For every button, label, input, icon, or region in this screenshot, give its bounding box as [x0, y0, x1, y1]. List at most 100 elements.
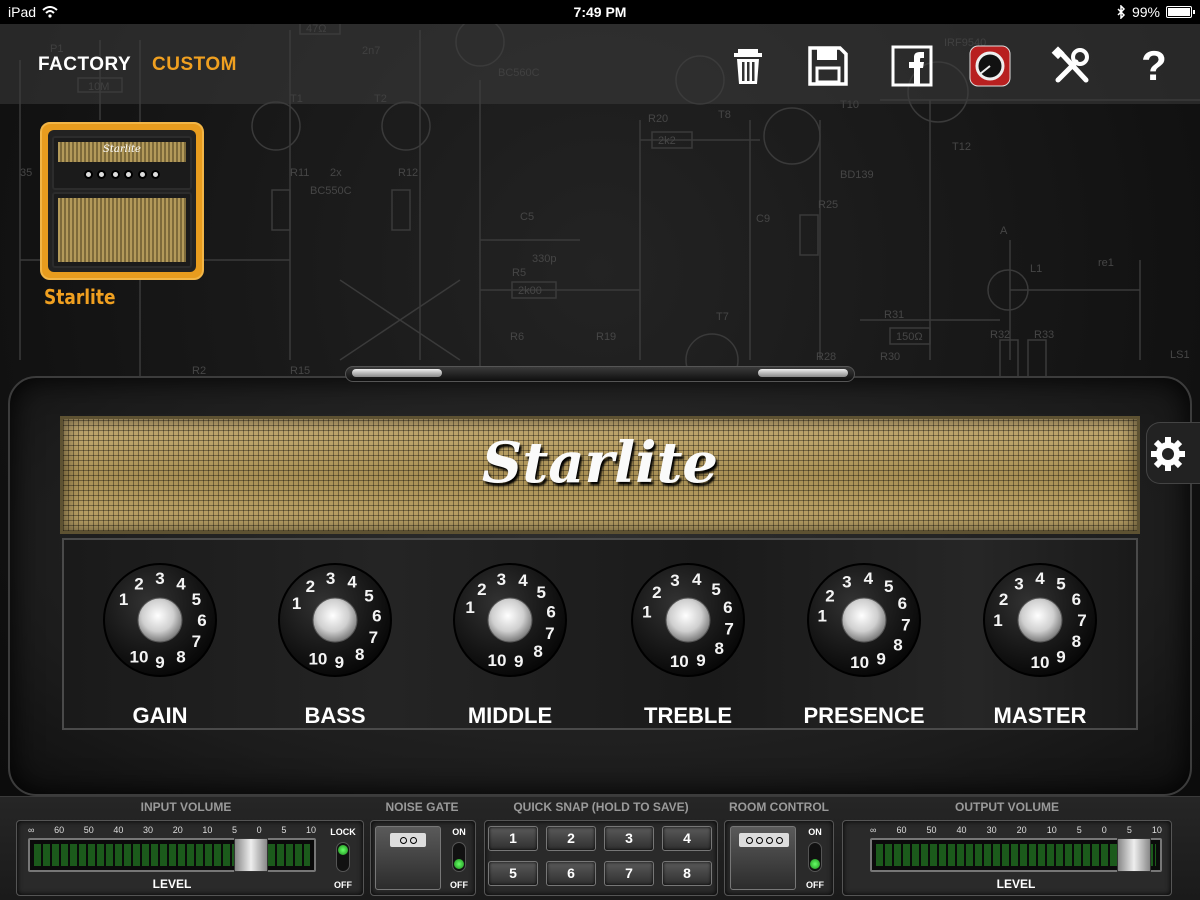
output-scale-tick: 0 — [1101, 825, 1107, 835]
quick-snap-button-1[interactable]: 1 — [488, 826, 538, 851]
knob-graphic: 12345678910 — [983, 563, 1097, 677]
knob-label-presence: PRESENCE — [803, 703, 925, 728]
knob-number: 1 — [817, 607, 826, 626]
save-button[interactable] — [806, 44, 850, 88]
app-logo-button[interactable] — [968, 44, 1012, 88]
knob-number: 8 — [176, 647, 185, 666]
svg-text:LS1: LS1 — [1170, 349, 1190, 361]
noise-gate-on-label: ON — [452, 827, 466, 837]
quick-snap-button-7[interactable]: 7 — [604, 861, 654, 886]
output-volume-title: OUTPUT VOLUME — [955, 800, 1059, 814]
svg-text:2x: 2x — [330, 167, 342, 179]
noise-gate-toggle[interactable] — [452, 842, 466, 872]
svg-text:T7: T7 — [716, 311, 729, 323]
input-scale-tick: 10 — [202, 825, 213, 835]
knob-number: 5 — [711, 580, 720, 599]
knob-number: 4 — [347, 573, 357, 592]
preset-cabinet — [52, 192, 192, 268]
amp-settings-button[interactable] — [1146, 422, 1200, 484]
input-scale-tick: 5 — [281, 825, 287, 835]
quick-snap-button-4[interactable]: 4 — [662, 826, 712, 851]
knob-graphic: 12345678910 — [807, 563, 921, 677]
top-toolbar: FACTORY CUSTOM ? — [0, 24, 1200, 104]
knob-number: 9 — [696, 651, 705, 670]
svg-text:L1: L1 — [1030, 263, 1042, 275]
help-button[interactable]: ? — [1132, 44, 1176, 88]
knob-graphic: 12345678910 — [278, 563, 392, 677]
svg-text:R25: R25 — [818, 199, 838, 211]
knob-number: 10 — [488, 651, 507, 670]
input-scale-tick: 10 — [305, 825, 316, 835]
knob-number: 5 — [884, 577, 893, 596]
knob-graphic: 12345678910 — [103, 563, 217, 677]
quick-snap-button-3[interactable]: 3 — [604, 826, 654, 851]
quick-snap-button-6[interactable]: 6 — [546, 861, 596, 886]
knob-number: 6 — [372, 607, 381, 626]
facebook-icon — [891, 45, 933, 87]
knob-number: 9 — [514, 652, 523, 671]
settings-tools-button[interactable] — [1050, 44, 1094, 88]
knob-gain[interactable]: 1 2 3 4 5 6 7 8 9 10 — [100, 560, 220, 680]
knob-number: 2 — [999, 590, 1008, 609]
preset-logo: Starlite — [103, 144, 141, 155]
room-control-pedal[interactable] — [730, 826, 796, 890]
output-scale-tick: 30 — [986, 825, 997, 835]
knob-number: 3 — [326, 569, 335, 588]
facebook-button[interactable] — [890, 44, 934, 88]
svg-text:re1: re1 — [1098, 257, 1114, 269]
knob-bass[interactable]: 1 2 3 4 5 6 7 8 9 10 — [275, 560, 395, 680]
room-control-on-label: ON — [808, 827, 822, 837]
tab-factory[interactable]: FACTORY — [38, 54, 131, 76]
tab-custom[interactable]: CUSTOM — [152, 54, 237, 76]
knob-number: 3 — [670, 571, 679, 590]
knob-number: 1 — [292, 594, 301, 613]
knob-graphic: 12345678910 — [453, 563, 567, 677]
knob-label-master: MASTER — [993, 703, 1087, 728]
quick-snap-button-2[interactable]: 2 — [546, 826, 596, 851]
input-volume-scale: ∞ 60 50 40 30 20 10 5 0 5 10 — [28, 825, 316, 835]
noise-gate-title: NOISE GATE — [385, 800, 459, 814]
svg-text:R28: R28 — [816, 351, 836, 363]
input-volume-slider[interactable] — [233, 838, 268, 872]
knob-middle[interactable]: 1 2 3 4 5 6 7 8 9 10 — [450, 560, 570, 680]
input-scale-tick: 20 — [172, 825, 183, 835]
noise-gate-pedal[interactable] — [375, 826, 441, 890]
knob-treble[interactable]: 1 2 3 4 5 6 7 8 9 10 — [628, 560, 748, 680]
delete-button[interactable] — [726, 44, 770, 88]
lock-toggle[interactable] — [336, 842, 350, 872]
svg-text:T12: T12 — [952, 141, 971, 153]
output-scale-tick: 5 — [1076, 825, 1082, 835]
knob-number: 2 — [652, 583, 661, 602]
status-time: 7:49 PM — [573, 4, 627, 20]
quick-snap-button-8[interactable]: 8 — [662, 861, 712, 886]
svg-text:A: A — [1000, 225, 1008, 237]
knob-number: 3 — [497, 570, 506, 589]
knob-number: 2 — [825, 586, 834, 605]
knob-number: 7 — [369, 628, 378, 647]
knob-number: 7 — [1077, 611, 1086, 630]
knob-number: 3 — [1014, 575, 1023, 594]
output-scale-tick: 60 — [896, 825, 907, 835]
knob-number: 2 — [477, 580, 486, 599]
knob-number: 5 — [536, 583, 545, 602]
output-volume-slider[interactable] — [1116, 838, 1151, 872]
knob-master[interactable]: 1 2 3 4 5 6 7 8 9 10 — [980, 560, 1100, 680]
output-volume-scale: ∞ 60 50 40 30 20 10 5 0 5 10 — [870, 825, 1162, 835]
svg-text:2k2: 2k2 — [658, 135, 676, 147]
knob-number: 5 — [1056, 575, 1065, 594]
knob-number: 7 — [724, 620, 733, 639]
svg-text:R12: R12 — [398, 167, 418, 179]
knob-number: 4 — [176, 575, 186, 594]
quick-snap-button-5[interactable]: 5 — [488, 861, 538, 886]
control-panel — [62, 538, 1138, 730]
room-control-toggle[interactable] — [808, 842, 822, 872]
knob-number: 10 — [308, 649, 327, 668]
preset-name[interactable]: Starlite — [44, 285, 116, 309]
output-scale-tick: 5 — [1126, 825, 1132, 835]
knob-number: 3 — [842, 573, 851, 592]
preset-starlite[interactable]: Starlite — [40, 122, 204, 280]
knob-presence[interactable]: 1 2 3 4 5 6 7 8 9 10 — [804, 560, 924, 680]
lock-label: LOCK — [330, 827, 356, 837]
svg-text:T8: T8 — [718, 109, 731, 121]
knob-number: 9 — [876, 649, 885, 668]
